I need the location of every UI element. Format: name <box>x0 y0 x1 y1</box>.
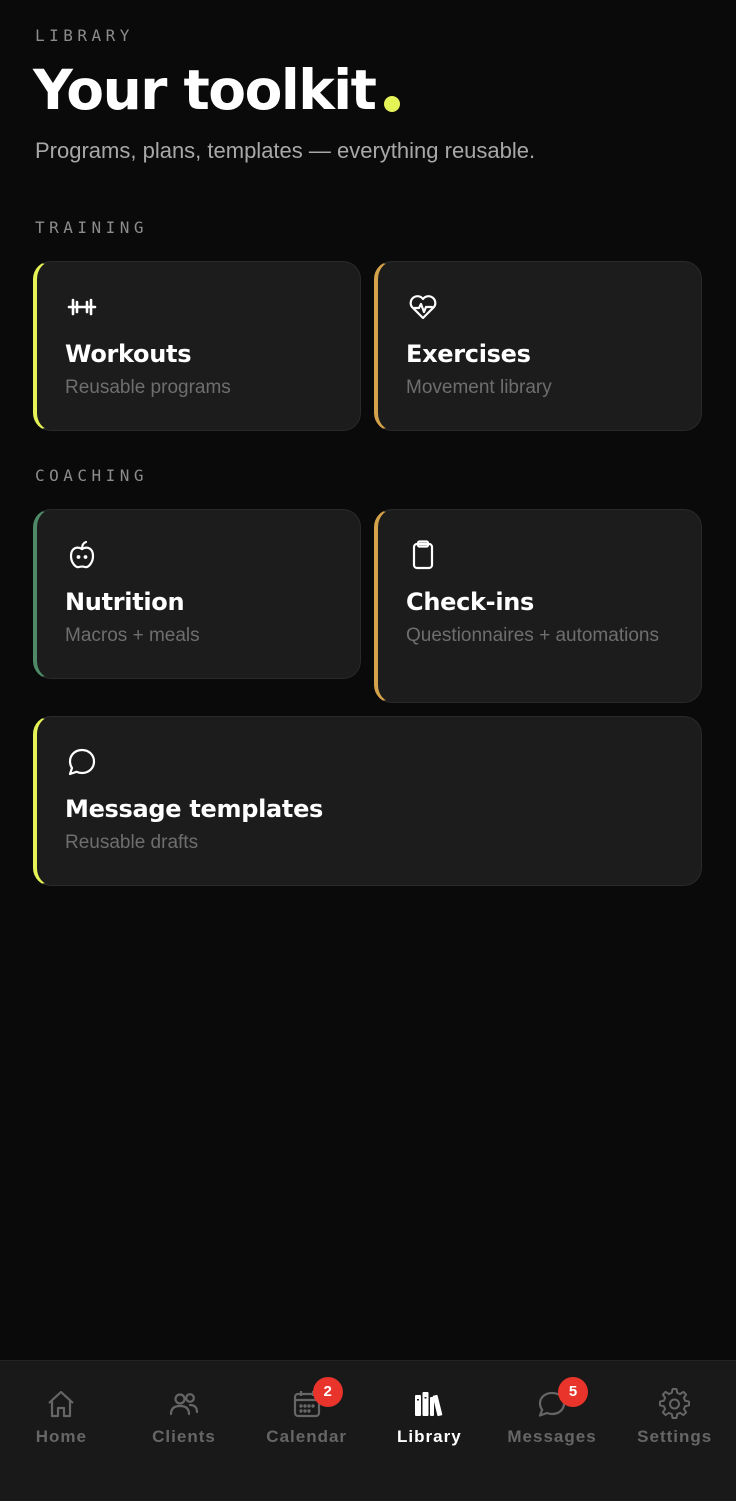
nutrition-title: Nutrition <box>65 588 185 616</box>
tab-messages-label: Messages <box>507 1427 597 1446</box>
section-label-training: TRAINING <box>35 218 149 237</box>
title-accent-dot <box>384 96 401 112</box>
calendar-badge: 2 <box>312 1377 343 1407</box>
exercises-card[interactable]: Exercises Movement library <box>374 261 702 431</box>
workouts-title: Workouts <box>65 340 192 368</box>
exercises-title: Exercises <box>406 340 531 368</box>
users-icon <box>167 1387 201 1421</box>
title-row: Your toolkit <box>33 52 401 122</box>
message-templates-title: Message templates <box>65 795 324 823</box>
page-eyebrow: LIBRARY <box>35 26 134 45</box>
checkins-subtitle: Questionnaires + automations <box>406 625 659 646</box>
workouts-card[interactable]: Workouts Reusable programs <box>33 261 361 431</box>
nutrition-subtitle: Macros + meals <box>65 625 200 646</box>
tab-clients-label: Clients <box>152 1427 216 1446</box>
chat-bubble-icon <box>65 745 99 779</box>
section-label-coaching: COACHING <box>35 466 149 485</box>
apple-icon <box>65 538 99 572</box>
page-title: Your toolkit <box>33 58 377 122</box>
message-templates-card[interactable]: Message templates Reusable drafts <box>33 716 702 886</box>
dumbbell-icon <box>65 290 99 324</box>
tab-settings[interactable]: Settings <box>613 1361 736 1501</box>
exercises-subtitle: Movement library <box>406 377 552 398</box>
nutrition-card[interactable]: Nutrition Macros + meals <box>33 509 361 679</box>
checkins-card[interactable]: Check-ins Questionnaires + automations <box>374 509 702 703</box>
tab-library[interactable]: Library <box>368 1361 491 1501</box>
tab-home[interactable]: Home <box>0 1361 123 1501</box>
bottom-tab-bar: Home Clients 2 Calendar Library 5 Messag… <box>0 1360 736 1501</box>
home-icon <box>44 1387 78 1421</box>
clipboard-icon <box>406 538 440 572</box>
tab-calendar-label: Calendar <box>266 1427 348 1446</box>
workouts-subtitle: Reusable programs <box>65 377 231 398</box>
messages-badge: 5 <box>558 1377 589 1407</box>
checkins-title: Check-ins <box>406 588 535 616</box>
tab-clients[interactable]: Clients <box>123 1361 246 1501</box>
tab-messages[interactable]: 5 Messages <box>491 1361 614 1501</box>
tab-calendar[interactable]: 2 Calendar <box>245 1361 368 1501</box>
tab-library-label: Library <box>397 1427 462 1446</box>
page-subtitle: Programs, plans, templates — everything … <box>35 138 536 163</box>
library-icon <box>412 1387 446 1421</box>
heartbeat-icon <box>406 290 440 324</box>
message-templates-subtitle: Reusable drafts <box>65 832 199 853</box>
tab-home-label: Home <box>35 1427 87 1446</box>
gear-icon <box>658 1387 692 1421</box>
tab-settings-label: Settings <box>637 1427 713 1446</box>
